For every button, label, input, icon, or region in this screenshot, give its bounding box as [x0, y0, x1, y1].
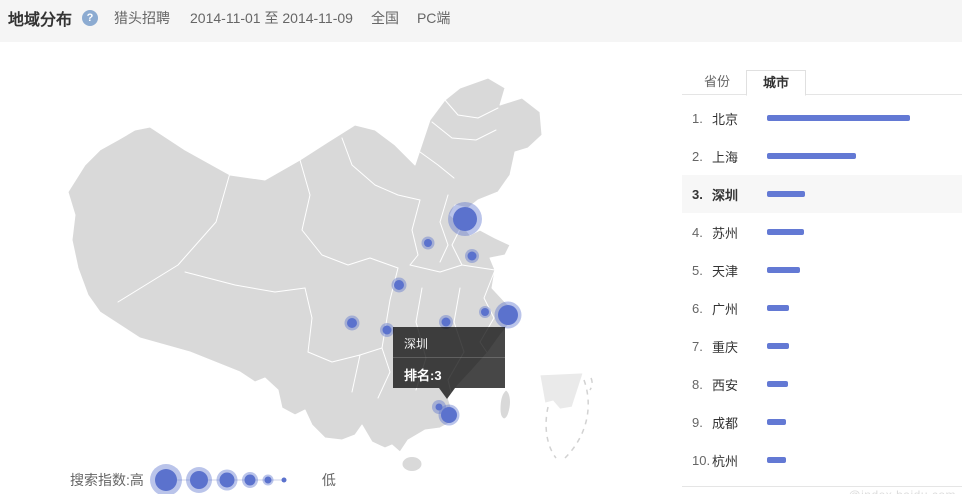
legend-bubble: [155, 469, 177, 491]
rank-number: 1.: [692, 111, 712, 126]
map-bubble[interactable]: [424, 239, 432, 247]
city-name: 广州: [712, 299, 767, 318]
index-bar: [767, 115, 910, 121]
ranking-row[interactable]: 4. 苏州: [682, 213, 962, 251]
rank-number: 3.: [692, 187, 712, 202]
tab-bar: 省份 城市: [682, 70, 962, 95]
city-name: 西安: [712, 375, 767, 394]
index-bar: [767, 305, 789, 311]
tooltip-city: 深圳: [393, 327, 505, 358]
legend-bubble: [264, 477, 271, 484]
tooltip-arrow: [439, 388, 455, 399]
inset-dash-line-top: [590, 378, 592, 390]
city-name: 上海: [712, 147, 767, 166]
rank-number: 6.: [692, 301, 712, 316]
hainan-island[interactable]: [402, 457, 422, 472]
city-ranking-list: 1. 北京 2. 上海 3. 深圳 4. 苏州 5. 天津 6. 广州 7. 重…: [682, 99, 962, 479]
city-name: 重庆: [712, 337, 767, 356]
rank-number: 10.: [692, 453, 712, 468]
ranking-row[interactable]: 9. 成都: [682, 403, 962, 441]
map-bubble[interactable]: [453, 207, 477, 231]
rank-number: 4.: [692, 225, 712, 240]
index-bar: [767, 267, 800, 273]
panel-divider: [682, 486, 962, 487]
city-name: 天津: [712, 261, 767, 280]
platform-scope: PC端: [417, 8, 450, 28]
ranking-row[interactable]: 10. 杭州: [682, 441, 962, 479]
ranking-row[interactable]: 5. 天津: [682, 251, 962, 289]
map-bubble[interactable]: [481, 308, 489, 316]
index-bar: [767, 191, 805, 197]
search-index-legend: 搜索指数:高 低: [70, 461, 336, 494]
taiwan-island[interactable]: [500, 390, 510, 419]
legend-label-high: 搜索指数:高: [70, 470, 144, 490]
map-bubble[interactable]: [394, 280, 404, 290]
tooltip-rank: 排名:3: [393, 358, 505, 391]
legend-bubble-scale: [148, 461, 318, 494]
help-icon[interactable]: ?: [82, 10, 98, 26]
search-keyword: 猎头招聘: [114, 8, 170, 28]
rank-number: 2.: [692, 149, 712, 164]
south-china-sea-inset: [540, 373, 592, 458]
watermark: @index.baidu.com: [848, 488, 956, 494]
city-name: 苏州: [712, 223, 767, 242]
legend-bubble: [219, 473, 234, 488]
ranking-row[interactable]: 1. 北京: [682, 99, 962, 137]
map-bubble[interactable]: [441, 407, 457, 423]
legend-bubble: [281, 478, 286, 483]
header-bar: 地域分布 ? 猎头招聘 2014-11-01 至 2014-11-09 全国 P…: [0, 0, 962, 42]
tab-city[interactable]: 城市: [746, 70, 806, 96]
map-tooltip: 深圳 排名:3: [393, 327, 505, 388]
ranking-row[interactable]: 6. 广州: [682, 289, 962, 327]
index-bar: [767, 153, 856, 159]
ranking-row[interactable]: 2. 上海: [682, 137, 962, 175]
index-bar: [767, 229, 804, 235]
city-name: 深圳: [712, 185, 767, 204]
index-bar: [767, 343, 789, 349]
region-scope: 全国: [371, 8, 399, 28]
ranking-row[interactable]: 3. 深圳: [682, 175, 962, 213]
ranking-row[interactable]: 7. 重庆: [682, 327, 962, 365]
map-bubble[interactable]: [442, 318, 451, 327]
tab-province[interactable]: 省份: [688, 70, 746, 94]
map-bubble[interactable]: [498, 305, 518, 325]
date-range: 2014-11-01 至 2014-11-09: [190, 8, 353, 28]
city-name: 成都: [712, 413, 767, 432]
baidu-index-region-page: 地域分布 ? 猎头招聘 2014-11-01 至 2014-11-09 全国 P…: [0, 0, 962, 494]
map-bubble[interactable]: [468, 252, 477, 261]
rank-number: 8.: [692, 377, 712, 392]
legend-label-low: 低: [322, 470, 336, 490]
legend-bubble: [244, 475, 255, 486]
ranking-row[interactable]: 8. 西安: [682, 365, 962, 403]
rank-number: 9.: [692, 415, 712, 430]
inset-coast-fragment: [540, 373, 583, 409]
legend-bubble: [190, 471, 208, 489]
ranking-panel: 省份 城市 1. 北京 2. 上海 3. 深圳 4. 苏州 5. 天津 6. 广…: [682, 70, 962, 494]
page-title: 地域分布: [8, 6, 72, 30]
china-outline[interactable]: [68, 78, 542, 452]
map-bubble[interactable]: [347, 318, 357, 328]
index-bar: [767, 419, 786, 425]
index-bar: [767, 381, 788, 387]
rank-number: 7.: [692, 339, 712, 354]
inset-dash-line-left: [546, 407, 556, 458]
rank-number: 5.: [692, 263, 712, 278]
city-name: 北京: [712, 109, 767, 128]
city-name: 杭州: [712, 451, 767, 470]
index-bar: [767, 457, 786, 463]
map-bubble[interactable]: [383, 326, 392, 335]
china-map: [60, 60, 680, 480]
